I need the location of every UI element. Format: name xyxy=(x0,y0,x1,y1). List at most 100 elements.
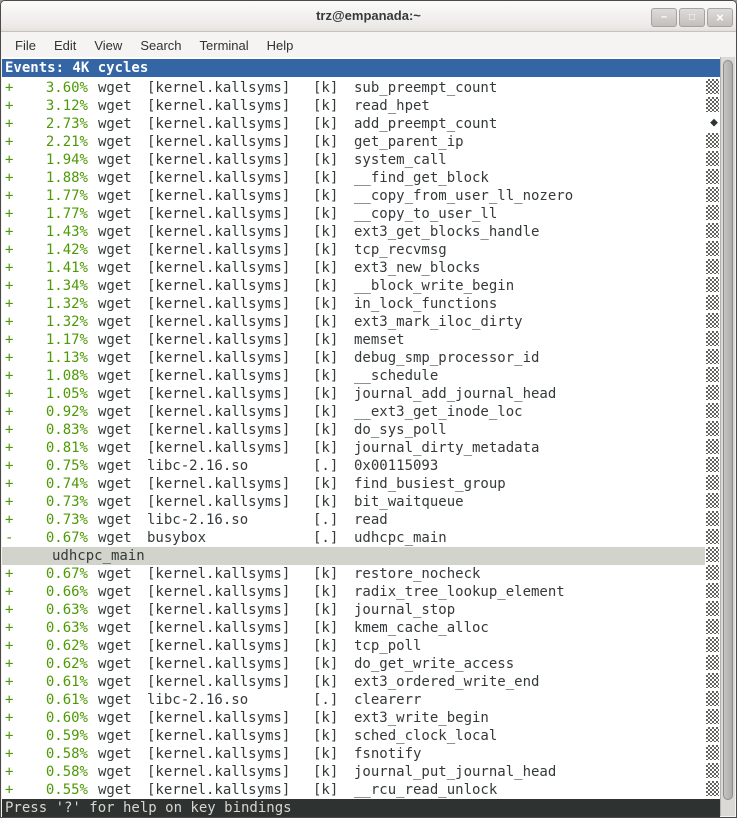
titlebar[interactable]: trz@empanada:~ – □ × xyxy=(1,1,736,32)
perf-row[interactable]: + 0.73% wget libc-2.16.so [.] read xyxy=(2,511,720,529)
menu-item-search[interactable]: Search xyxy=(131,35,190,56)
row-expand-marker[interactable]: + xyxy=(5,565,13,583)
menu-item-file[interactable]: File xyxy=(6,35,45,56)
menu-item-edit[interactable]: Edit xyxy=(45,35,85,56)
close-button[interactable]: × xyxy=(707,8,733,27)
row-expand-marker[interactable]: + xyxy=(5,457,13,475)
row-expand-marker[interactable]: + xyxy=(5,421,13,439)
row-expand-marker[interactable]: + xyxy=(5,97,13,115)
perf-row[interactable]: + 1.41% wget [kernel.kallsyms] [k] ext3_… xyxy=(2,259,720,277)
row-expand-marker[interactable]: + xyxy=(5,79,13,97)
perf-row[interactable]: + 1.32% wget [kernel.kallsyms] [k] ext3_… xyxy=(2,313,720,331)
row-expand-marker[interactable]: + xyxy=(5,277,13,295)
perf-row[interactable]: + 0.63% wget [kernel.kallsyms] [k] journ… xyxy=(2,601,720,619)
row-expand-marker[interactable]: + xyxy=(5,259,13,277)
menu-item-help[interactable]: Help xyxy=(258,35,303,56)
row-expand-marker[interactable]: + xyxy=(5,781,13,799)
perf-row[interactable]: + 0.74% wget [kernel.kallsyms] [k] find_… xyxy=(2,475,720,493)
perf-row[interactable]: + 1.94% wget [kernel.kallsyms] [k] syste… xyxy=(2,151,720,169)
terminal-screen[interactable]: Events: 4K cycles + 3.60% wget [kernel.k… xyxy=(2,57,735,816)
row-expand-marker[interactable]: + xyxy=(5,403,13,421)
perf-row[interactable]: + 1.08% wget [kernel.kallsyms] [k] __sch… xyxy=(2,367,720,385)
perf-row[interactable]: + 1.34% wget [kernel.kallsyms] [k] __blo… xyxy=(2,277,720,295)
perf-row[interactable]: + 0.58% wget [kernel.kallsyms] [k] journ… xyxy=(2,763,720,781)
perf-row[interactable]: + 0.66% wget [kernel.kallsyms] [k] radix… xyxy=(2,583,720,601)
row-expand-marker[interactable]: + xyxy=(5,223,13,241)
scrollbar[interactable] xyxy=(720,57,735,816)
perf-row[interactable]: + 1.43% wget [kernel.kallsyms] [k] ext3_… xyxy=(2,223,720,241)
perf-row[interactable]: + 3.60% wget [kernel.kallsyms] [k] sub_p… xyxy=(2,79,720,97)
row-expand-marker[interactable]: + xyxy=(5,601,13,619)
row-expand-marker[interactable]: - xyxy=(5,529,13,547)
row-expand-marker[interactable]: + xyxy=(5,187,13,205)
row-expand-marker[interactable]: + xyxy=(5,691,13,709)
perf-row[interactable]: + 1.77% wget [kernel.kallsyms] [k] __cop… xyxy=(2,205,720,223)
row-symbol: __rcu_read_unlock xyxy=(354,781,497,799)
perf-row[interactable]: + 0.58% wget [kernel.kallsyms] [k] fsnot… xyxy=(2,745,720,763)
menu-item-view[interactable]: View xyxy=(85,35,131,56)
perf-row[interactable]: + 2.21% wget [kernel.kallsyms] [k] get_p… xyxy=(2,133,720,151)
perf-row[interactable]: - 0.67% wget busybox [.] udhcpc_main xyxy=(2,529,720,547)
perf-row[interactable]: + 0.61% wget [kernel.kallsyms] [k] ext3_… xyxy=(2,673,720,691)
perf-row[interactable]: + 0.63% wget [kernel.kallsyms] [k] kmem_… xyxy=(2,619,720,637)
row-expand-marker[interactable]: + xyxy=(5,331,13,349)
row-expand-marker[interactable]: + xyxy=(5,583,13,601)
perf-row[interactable]: + 1.42% wget [kernel.kallsyms] [k] tcp_r… xyxy=(2,241,720,259)
row-expand-marker[interactable]: + xyxy=(5,511,13,529)
slang-scrollbar-cell xyxy=(706,277,719,292)
perf-row[interactable]: + 0.62% wget [kernel.kallsyms] [k] tcp_p… xyxy=(2,637,720,655)
row-expand-marker[interactable]: + xyxy=(5,115,13,133)
perf-row[interactable]: + 3.12% wget [kernel.kallsyms] [k] read_… xyxy=(2,97,720,115)
perf-row[interactable]: + 0.92% wget [kernel.kallsyms] [k] __ext… xyxy=(2,403,720,421)
status-bar: Press '?' for help on key bindings xyxy=(2,799,720,817)
perf-row[interactable]: + 0.75% wget libc-2.16.so [.] 0x00115093 xyxy=(2,457,720,475)
row-expand-marker[interactable]: + xyxy=(5,349,13,367)
row-expand-marker[interactable]: + xyxy=(5,439,13,457)
menu-item-terminal[interactable]: Terminal xyxy=(191,35,258,56)
perf-row[interactable]: + 0.73% wget [kernel.kallsyms] [k] bit_w… xyxy=(2,493,720,511)
row-expand-marker[interactable]: + xyxy=(5,151,13,169)
perf-row[interactable]: + 0.61% wget libc-2.16.so [.] clearerr xyxy=(2,691,720,709)
row-expand-marker[interactable]: + xyxy=(5,673,13,691)
row-expand-marker[interactable]: + xyxy=(5,313,13,331)
perf-row[interactable]: udhcpc_main xyxy=(2,547,720,565)
row-expand-marker[interactable]: + xyxy=(5,493,13,511)
perf-row[interactable]: + 1.77% wget [kernel.kallsyms] [k] __cop… xyxy=(2,187,720,205)
row-expand-marker[interactable]: + xyxy=(5,727,13,745)
perf-row[interactable]: + 1.13% wget [kernel.kallsyms] [k] debug… xyxy=(2,349,720,367)
perf-row[interactable]: + 1.32% wget [kernel.kallsyms] [k] in_lo… xyxy=(2,295,720,313)
row-expand-marker[interactable]: + xyxy=(5,745,13,763)
row-expand-marker[interactable]: + xyxy=(5,205,13,223)
row-command: wget xyxy=(98,619,132,637)
perf-row[interactable]: + 0.81% wget [kernel.kallsyms] [k] journ… xyxy=(2,439,720,457)
row-symbol: __copy_to_user_ll xyxy=(354,205,497,223)
row-expand-marker[interactable]: + xyxy=(5,367,13,385)
perf-row[interactable]: + 1.05% wget [kernel.kallsyms] [k] journ… xyxy=(2,385,720,403)
minimize-button[interactable]: – xyxy=(651,8,677,27)
perf-row[interactable]: + 1.88% wget [kernel.kallsyms] [k] __fin… xyxy=(2,169,720,187)
row-symbol-type: [k] xyxy=(313,97,338,115)
row-expand-marker[interactable]: + xyxy=(5,385,13,403)
perf-row[interactable]: + 0.67% wget [kernel.kallsyms] [k] resto… xyxy=(2,565,720,583)
row-expand-marker[interactable]: + xyxy=(5,169,13,187)
perf-row[interactable]: + 0.83% wget [kernel.kallsyms] [k] do_sy… xyxy=(2,421,720,439)
row-expand-marker[interactable]: + xyxy=(5,619,13,637)
perf-row[interactable]: + 0.55% wget [kernel.kallsyms] [k] __rcu… xyxy=(2,781,720,799)
perf-row[interactable]: + 0.62% wget [kernel.kallsyms] [k] do_ge… xyxy=(2,655,720,673)
row-expand-marker[interactable]: + xyxy=(5,709,13,727)
row-expand-marker[interactable]: + xyxy=(5,241,13,259)
row-expand-marker[interactable]: + xyxy=(5,637,13,655)
perf-row[interactable]: + 0.59% wget [kernel.kallsyms] [k] sched… xyxy=(2,727,720,745)
row-expand-marker[interactable]: + xyxy=(5,295,13,313)
row-expand-marker[interactable]: + xyxy=(5,763,13,781)
perf-row[interactable]: + 1.17% wget [kernel.kallsyms] [k] memse… xyxy=(2,331,720,349)
maximize-button[interactable]: □ xyxy=(679,8,705,27)
row-expand-marker[interactable]: + xyxy=(5,655,13,673)
perf-rows: + 3.60% wget [kernel.kallsyms] [k] sub_p… xyxy=(2,79,720,799)
scrollbar-thumb[interactable] xyxy=(723,60,733,800)
row-expand-marker[interactable]: + xyxy=(5,475,13,493)
row-expand-marker[interactable]: + xyxy=(5,133,13,151)
slang-scrollbar-cell xyxy=(706,601,719,616)
perf-row[interactable]: + 0.60% wget [kernel.kallsyms] [k] ext3_… xyxy=(2,709,720,727)
perf-row[interactable]: + 2.73% wget [kernel.kallsyms] [k] add_p… xyxy=(2,115,720,133)
